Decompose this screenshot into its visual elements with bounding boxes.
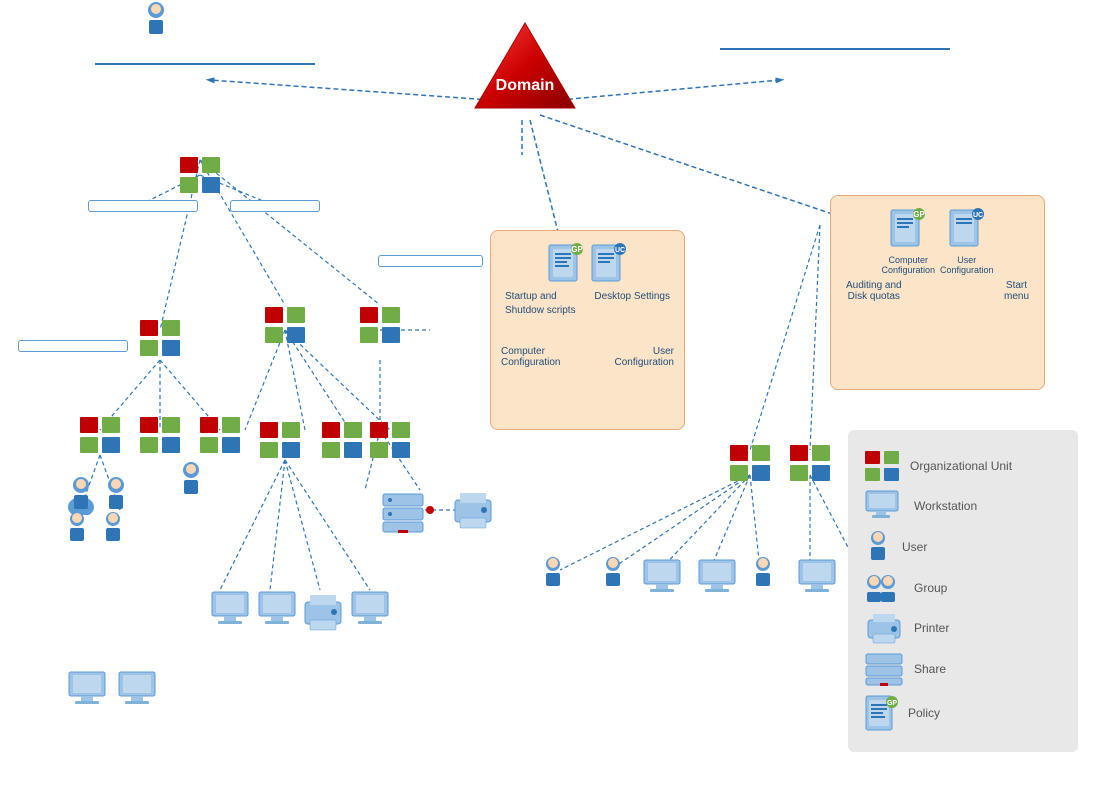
tom-info-box xyxy=(18,340,128,352)
left-heading xyxy=(95,60,315,65)
svg-text:Domain: Domain xyxy=(496,77,555,94)
computer-ll xyxy=(65,670,109,715)
ou-level3-1 xyxy=(78,415,122,460)
legend-item-policy: GP Policy xyxy=(864,694,1062,732)
computer-3 xyxy=(348,590,392,635)
svg-text:UC: UC xyxy=(973,212,983,219)
computer-1 xyxy=(208,590,252,635)
computer-r1 xyxy=(640,558,684,603)
ou-right-2 xyxy=(788,443,832,488)
user-r3 xyxy=(748,555,778,598)
svg-text:GP: GP xyxy=(571,245,583,254)
john-info-box xyxy=(230,200,320,212)
legend-item-group: Group xyxy=(864,572,1062,604)
user-r1 xyxy=(538,555,568,598)
michael-info-box xyxy=(88,200,198,212)
computer-2 xyxy=(255,590,299,635)
ou-level2-1 xyxy=(138,318,182,363)
computer-r3 xyxy=(795,558,839,603)
ou-level3-2 xyxy=(138,415,182,460)
ou-level3-4 xyxy=(258,420,302,465)
domain-node: Domain xyxy=(465,18,585,118)
legend-item-ou: Organizational Unit xyxy=(864,450,1062,482)
legend-item-workstation: Workstation xyxy=(864,490,1062,522)
svg-text:GP: GP xyxy=(887,700,897,707)
group-policy-2-box: GP ComputerConfiguration UC UserConfigur… xyxy=(830,195,1045,390)
server-share-1 xyxy=(380,490,426,539)
ou-level3-6 xyxy=(368,420,412,465)
computer-ll2 xyxy=(115,670,159,715)
legend-item-user: User xyxy=(864,530,1062,564)
legend-item-printer: Printer xyxy=(864,612,1062,644)
user-4 xyxy=(175,460,207,505)
ou-main-1 xyxy=(178,155,222,200)
richard-info-box xyxy=(378,255,483,267)
user-6 xyxy=(98,510,128,553)
printer-share-middle xyxy=(450,490,496,535)
computer-r2 xyxy=(695,558,739,603)
svg-text:GP: GP xyxy=(913,210,925,219)
right-heading xyxy=(720,45,950,50)
ou-level3-5 xyxy=(320,420,364,465)
svg-text:UC: UC xyxy=(615,247,625,254)
ou-right-1 xyxy=(728,443,772,488)
legend-box: Organizational Unit Workstation User Gro… xyxy=(848,430,1078,752)
ou-level2-2 xyxy=(263,305,307,350)
user-3 xyxy=(140,0,172,45)
legend-item-share: Share xyxy=(864,652,1062,686)
group-policy-1-box: GP UC Startup and Shutdow scripts Deskto… xyxy=(490,230,685,430)
user-r2 xyxy=(598,555,628,598)
ou-level2-3 xyxy=(358,305,402,350)
printer-1 xyxy=(300,592,346,637)
ou-level3-3 xyxy=(198,415,242,460)
user-5 xyxy=(62,510,92,553)
